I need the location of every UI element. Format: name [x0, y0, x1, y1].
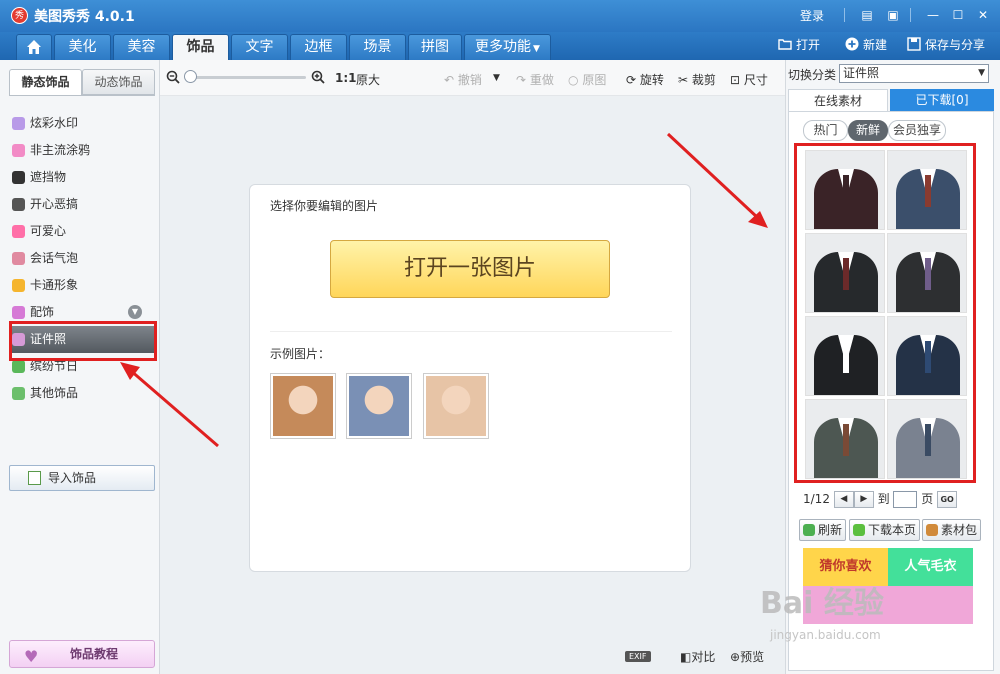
- watermark-url: jingyan.baidu.com: [770, 628, 881, 642]
- annotation-arrows: [120, 132, 768, 448]
- watermark-brand: Bai 经验: [760, 586, 884, 621]
